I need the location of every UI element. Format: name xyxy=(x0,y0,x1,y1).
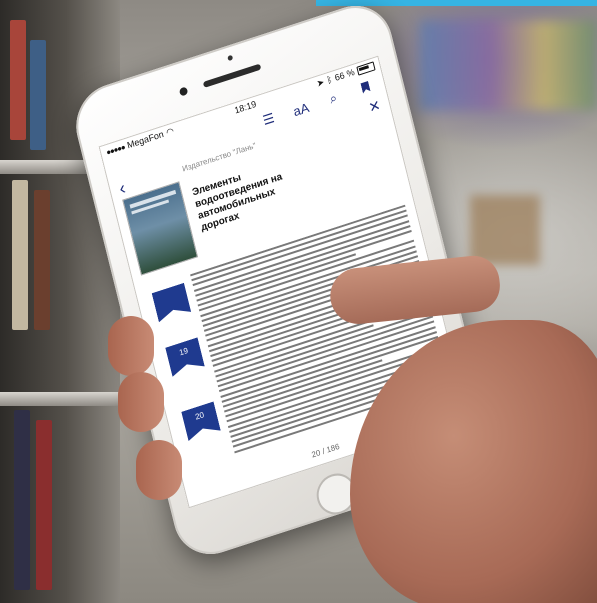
blurred-box xyxy=(470,195,540,265)
shelf-book xyxy=(10,20,26,140)
shelf-book xyxy=(14,410,30,590)
shelf-book xyxy=(34,190,50,330)
book-cover[interactable] xyxy=(122,181,199,276)
blurred-books-right xyxy=(420,20,597,110)
shelf-book xyxy=(12,180,28,330)
bookmark-icon[interactable] xyxy=(356,78,375,98)
bluetooth-icon: ᛒ xyxy=(325,74,334,86)
location-icon: ➤ xyxy=(315,76,326,89)
finger xyxy=(118,372,164,432)
earpiece-speaker xyxy=(202,63,262,88)
sensor-dot xyxy=(178,86,189,97)
finger xyxy=(108,316,154,376)
wifi-icon: ◠ xyxy=(164,125,175,138)
text-size-icon[interactable]: aA xyxy=(292,99,311,119)
photo-scene: ●●●●● MegaFon ◠ 18:19 ➤ ᛒ 66 % ☰ aA ⌕ ‹ … xyxy=(0,0,597,603)
current-page: 20 xyxy=(310,448,322,460)
finger xyxy=(136,440,182,500)
shelf-book xyxy=(36,420,52,590)
total-pages: 186 xyxy=(325,441,341,455)
close-icon[interactable]: ✕ xyxy=(367,96,382,116)
search-icon[interactable]: ⌕ xyxy=(324,88,343,109)
front-camera xyxy=(227,54,234,62)
list-icon[interactable]: ☰ xyxy=(259,109,278,130)
shelf-book xyxy=(30,40,46,150)
